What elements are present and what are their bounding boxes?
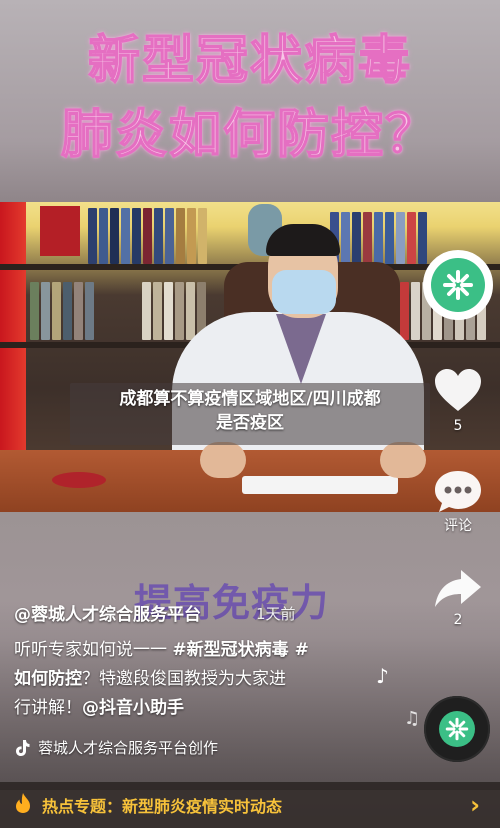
books	[330, 212, 427, 264]
tiktok-icon	[16, 739, 30, 756]
disc-logo	[439, 711, 475, 747]
face-mask	[272, 270, 336, 314]
flame-icon	[14, 792, 32, 819]
desc-text: 听听专家如何说一一	[14, 640, 173, 660]
books	[88, 208, 207, 264]
books	[30, 282, 94, 340]
share-button[interactable]	[432, 562, 484, 614]
doctor-hair	[266, 224, 340, 256]
hashtag-link[interactable]: 如何防控	[14, 669, 82, 689]
share-count: 2	[453, 612, 463, 628]
right-hand	[380, 442, 426, 478]
music-note-icon: ♪	[376, 664, 389, 688]
logo-icon	[443, 270, 473, 300]
chevron-right-icon: ›	[470, 791, 480, 819]
video-scene	[0, 202, 500, 512]
music-note-icon: ♫	[404, 708, 421, 729]
title-banner: 新型冠状病毒 肺炎如何防控？	[0, 0, 500, 202]
post-time: 1天前	[256, 605, 296, 623]
hot-topic-bar[interactable]: 热点专题：新型肺炎疫情实时动态 ›	[0, 782, 500, 828]
desc-text: ？特邀段俊国教授为大家进	[82, 669, 286, 689]
books	[142, 282, 206, 340]
like-button[interactable]	[432, 364, 484, 416]
hot-topic-label: 热点专题：新型肺炎疫情实时动态	[42, 797, 283, 816]
comment-label: 评论	[444, 518, 472, 534]
desc-text: 行讲解！	[14, 698, 82, 718]
hashtag-link[interactable]: #新型冠状病毒 #	[172, 640, 308, 660]
post-description: 听听专家如何说一一 #新型冠状病毒 # 如何防控？特邀段俊国教授为大家进 行讲解…	[14, 636, 364, 723]
left-hand	[200, 442, 246, 478]
banner-title-line-1: 新型冠状病毒	[87, 30, 412, 92]
certificate	[40, 206, 80, 256]
red-coaster	[52, 472, 106, 488]
author-avatar[interactable]	[423, 250, 493, 320]
share-arrow-icon	[435, 570, 481, 607]
like-count: 5	[453, 418, 463, 434]
caption-line-1: 成都算不算疫情区域地区/四川成都	[119, 389, 381, 409]
music-info[interactable]: 蓉城人才综合服务平台创作	[14, 737, 218, 758]
mention-link[interactable]: @抖音小助手	[82, 698, 184, 718]
avatar-logo	[431, 258, 485, 312]
keyboard	[242, 476, 398, 494]
comment-icon	[435, 471, 481, 512]
logo-icon	[445, 717, 469, 741]
caption-line-2: 是否疫区	[216, 413, 284, 433]
heart-icon	[435, 369, 481, 411]
caption-text: 成都算不算疫情区域地区/四川成都 是否疫区	[70, 387, 430, 435]
red-flag	[0, 202, 26, 462]
author-name[interactable]: @蓉城人才综合服务平台	[14, 600, 201, 625]
comment-button[interactable]	[432, 465, 484, 517]
banner-title-line-2: 肺炎如何防控？	[60, 104, 439, 166]
music-title: 蓉城人才综合服务平台创作	[38, 739, 219, 757]
music-disc[interactable]	[424, 696, 490, 762]
